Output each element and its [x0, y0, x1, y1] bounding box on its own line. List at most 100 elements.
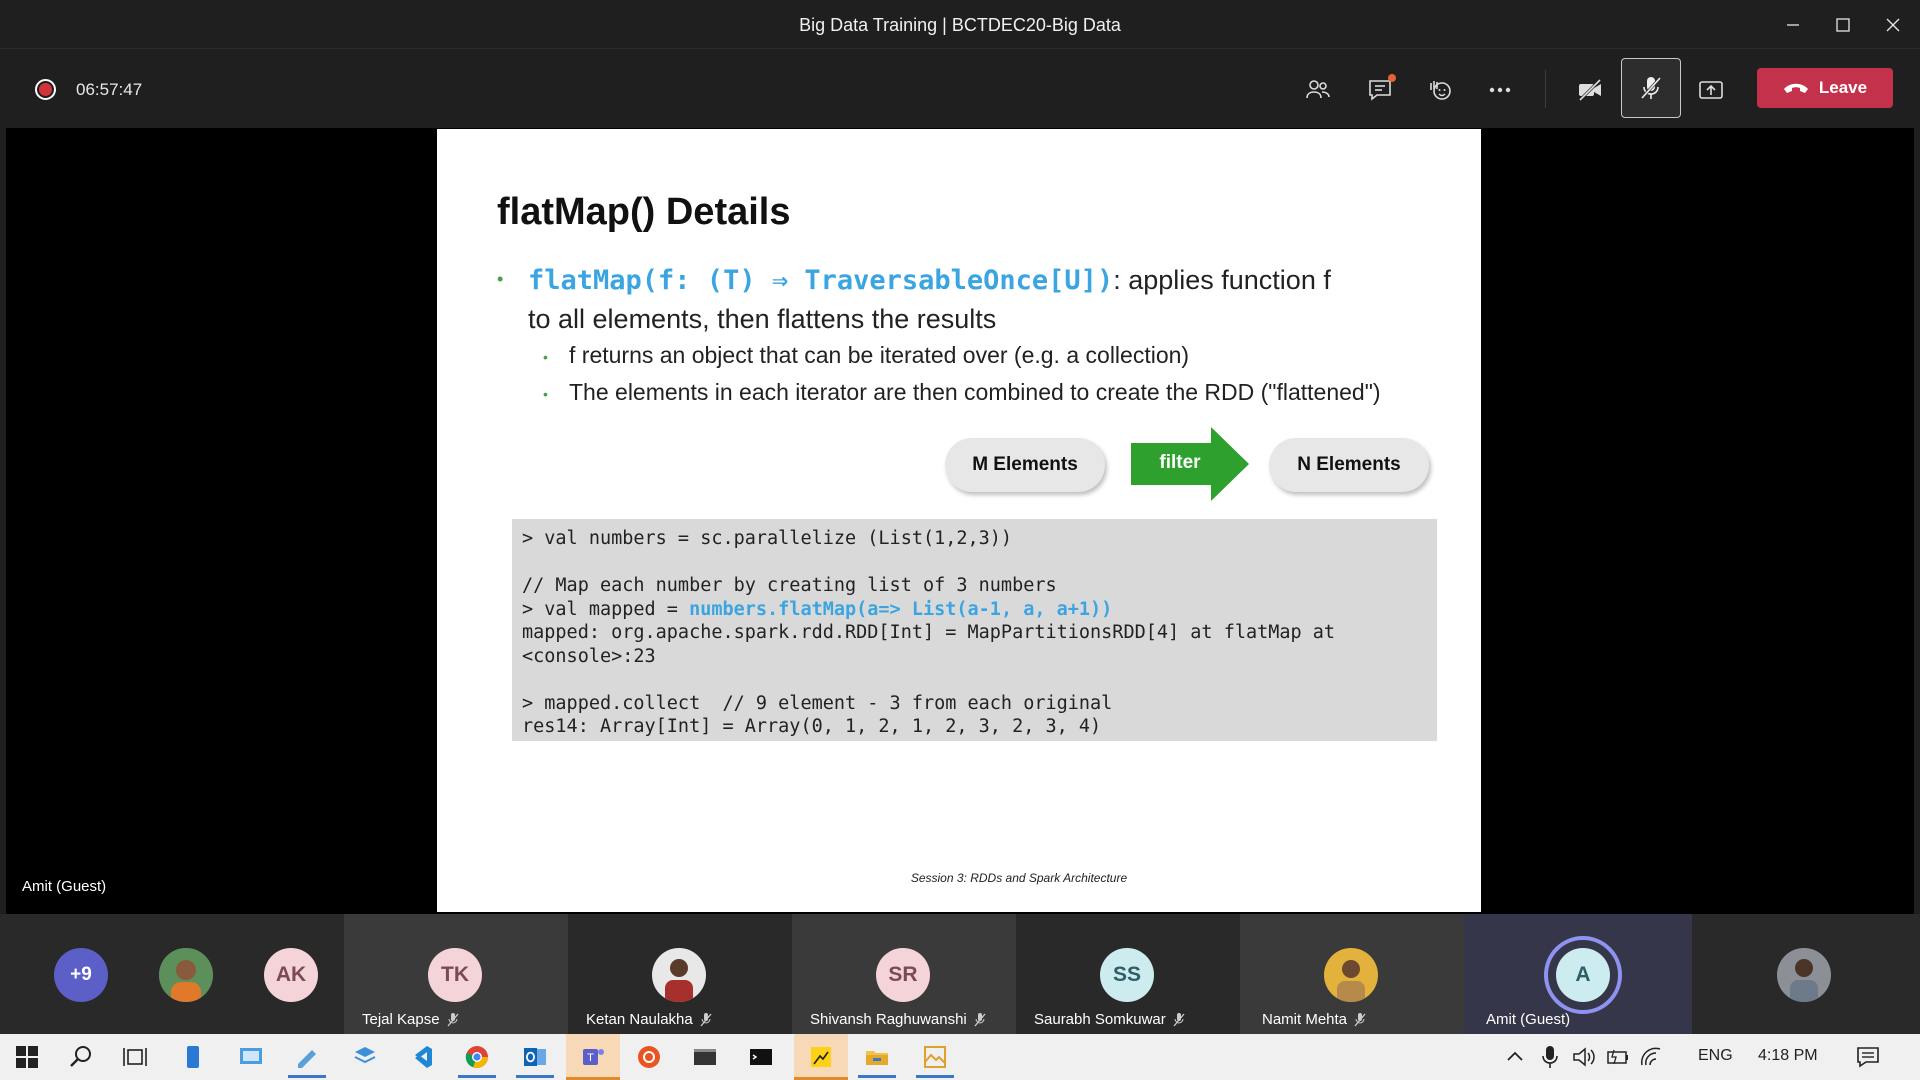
start-button[interactable] — [0, 1034, 54, 1080]
participant-tile[interactable]: Ketan Naulakha — [568, 914, 792, 1034]
leave-button[interactable]: Leave — [1757, 68, 1893, 108]
search-button[interactable] — [54, 1034, 108, 1080]
avatar: SS — [1100, 948, 1154, 1002]
flatmap-signature: flatMap(f: (T) ⇒ TraversableOnce[U]) — [528, 265, 1114, 296]
person-photo-icon — [159, 948, 213, 1002]
participant-tile[interactable]: TK Tejal Kapse — [344, 914, 568, 1034]
avatar — [1324, 948, 1378, 1002]
taskbar-app-remote[interactable] — [224, 1034, 278, 1080]
taskbar-app-cmd[interactable] — [734, 1034, 788, 1080]
overflow-participants-button[interactable]: +9 — [54, 948, 108, 1002]
notification-dot — [1388, 74, 1396, 82]
ubuntu-icon — [638, 1046, 660, 1068]
sub-bullet-dot: • — [543, 349, 548, 365]
tray-volume[interactable] — [1568, 1034, 1600, 1080]
tray-microphone[interactable] — [1534, 1034, 1566, 1080]
reactions-button[interactable] — [1412, 62, 1468, 118]
battery-icon — [1607, 1049, 1628, 1065]
taskbar-app-explorer[interactable] — [850, 1034, 904, 1080]
presenter-label: Amit (Guest) — [22, 878, 107, 895]
chevron-up-icon — [1507, 1051, 1523, 1061]
code-block: > val numbers = sc.parallelize (List(1,2… — [512, 519, 1437, 741]
participant-name: Amit (Guest) — [1486, 1011, 1571, 1028]
taskbar-app-ubuntu[interactable] — [622, 1034, 676, 1080]
participant-tile[interactable]: Namit Mehta — [1240, 914, 1464, 1034]
outlook-icon — [524, 1048, 546, 1066]
tray-battery[interactable] — [1602, 1034, 1634, 1080]
taskbar-app-notes[interactable] — [280, 1034, 334, 1080]
sub-bullet-2: The elements in each iterator are then c… — [569, 379, 1381, 405]
participant-tile[interactable]: SS Saurabh Somkuwar — [1016, 914, 1240, 1034]
sub-bullet-dot: • — [543, 386, 548, 402]
avatar[interactable] — [159, 948, 213, 1002]
input-language[interactable]: ENG — [1698, 1047, 1733, 1065]
code-line: // Map each number by creating list of 3… — [522, 575, 1057, 596]
notes-app-icon — [298, 1050, 316, 1068]
action-center-button[interactable] — [1843, 1034, 1893, 1080]
person-photo-icon — [1777, 948, 1831, 1002]
taskbar-app-vscode[interactable] — [394, 1034, 448, 1080]
taskbar-clock[interactable]: 4:18 PM — [1758, 1047, 1818, 1065]
taskbar-app-gallery[interactable] — [908, 1034, 962, 1080]
m-elements-pill: M Elements — [945, 438, 1105, 492]
participants-strip: +9 AK TK Tejal Kapse Ketan Naulakha SR S… — [0, 914, 1920, 1034]
mic-off-icon — [700, 1012, 712, 1026]
share-screen-button[interactable] — [1683, 62, 1739, 118]
chat-button[interactable] — [1352, 62, 1408, 118]
taskbar-app-phone[interactable] — [166, 1034, 220, 1080]
file-explorer-icon — [866, 1051, 888, 1065]
participant-name: Saurabh Somkuwar — [1034, 1011, 1186, 1028]
avatar: TK — [428, 948, 482, 1002]
remote-desktop-icon — [240, 1048, 262, 1064]
participant-tile-active-speaker[interactable]: A Amit (Guest) — [1464, 914, 1692, 1034]
taskbar-app-chrome[interactable] — [450, 1034, 504, 1080]
windows-taskbar: T ENG 4:18 PM — [0, 1034, 1920, 1080]
show-hidden-icons-button[interactable] — [1500, 1034, 1530, 1080]
more-actions-button[interactable] — [1472, 62, 1528, 118]
close-icon — [1886, 18, 1900, 31]
participant-tile[interactable]: SR Shivansh Raghuwanshi — [792, 914, 1016, 1034]
maximize-button[interactable] — [1818, 0, 1868, 49]
mic-toggle-button[interactable] — [1621, 58, 1681, 118]
main-bullet: flatMap(f: (T) ⇒ TraversableOnce[U]): ap… — [528, 261, 1428, 338]
participants-button[interactable] — [1290, 62, 1346, 118]
taskbar-app-terminal[interactable] — [678, 1034, 732, 1080]
taskbar-app-outlook[interactable] — [508, 1034, 562, 1080]
main-bullet-text-2: to all elements, then flattens the resul… — [528, 304, 997, 334]
camera-toggle-button[interactable] — [1562, 62, 1618, 118]
teams-meeting-window: Big Data Training | BCTDEC20-Big Data 06… — [0, 0, 1920, 1080]
code-line: > val mapped = — [522, 598, 690, 620]
more-icon — [1489, 87, 1511, 93]
controls-separator — [1545, 70, 1546, 108]
slide-footer: Session 3: RDDs and Spark Architecture — [910, 871, 1128, 885]
teams-icon: T — [583, 1049, 604, 1065]
taskbar-app-sticky-notes[interactable] — [794, 1034, 848, 1080]
code-line: > mapped.collect // 9 element - 3 from e… — [522, 692, 1113, 714]
hang-up-icon — [1783, 83, 1808, 93]
avatar[interactable] — [1777, 948, 1831, 1002]
windows-logo-icon — [16, 1046, 38, 1068]
code-line: <console>:23 — [522, 645, 656, 667]
gallery-icon — [924, 1046, 946, 1068]
taskbar-app-teams[interactable]: T — [566, 1034, 620, 1080]
command-prompt-icon — [750, 1049, 772, 1065]
meeting-timer: 06:57:47 — [76, 80, 143, 99]
participant-name-text: Tejal Kapse — [362, 1011, 440, 1028]
code-line: mapped: org.apache.spark.rdd.RDD[Int] = … — [522, 622, 1336, 643]
camera-off-icon — [1578, 78, 1602, 102]
sticky-notes-icon — [811, 1047, 831, 1067]
minimize-button[interactable] — [1768, 0, 1818, 49]
taskbar-app-files[interactable] — [338, 1034, 392, 1080]
avatar[interactable]: AK — [264, 948, 318, 1002]
participant-name: Ketan Naulakha — [586, 1011, 713, 1028]
maximize-icon — [1836, 17, 1850, 32]
tray-wifi[interactable] — [1636, 1034, 1668, 1080]
task-view-button[interactable] — [108, 1034, 162, 1080]
search-icon — [70, 1046, 91, 1067]
participant-name: Tejal Kapse — [362, 1011, 460, 1028]
participant-name-text: Namit Mehta — [1262, 1011, 1348, 1028]
code-highlight: numbers.flatMap(a=> List(a-1, a, a+1)) — [689, 598, 1113, 620]
mic-off-icon — [447, 1012, 459, 1026]
close-button[interactable] — [1868, 0, 1918, 49]
person-photo-icon — [652, 948, 706, 1002]
